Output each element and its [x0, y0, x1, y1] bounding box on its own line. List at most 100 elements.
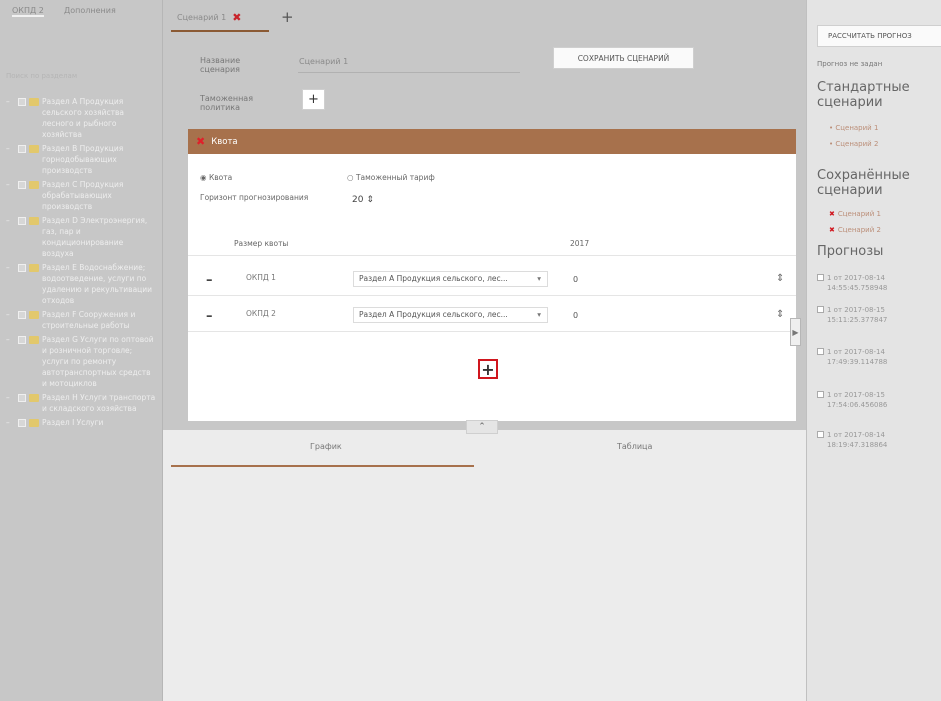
delete-icon[interactable]: ✖	[829, 210, 835, 218]
tab-scenario-1[interactable]: Сценарий 1 ✖	[171, 4, 269, 32]
tree-item-label: Раздел G Услуги по оптовой и розничной т…	[42, 335, 154, 388]
delete-icon[interactable]: ✖	[829, 226, 835, 234]
add-tab-button[interactable]: +	[281, 8, 294, 26]
tree-checkbox[interactable]	[18, 217, 26, 225]
tree-toggle[interactable]: –	[6, 334, 18, 345]
chevron-down-icon: ▾	[537, 310, 541, 319]
tree-checkbox[interactable]	[18, 264, 26, 272]
forecast-item[interactable]: 1 от 2017-08-15 15:11:25.377847	[817, 305, 937, 325]
tree-checkbox[interactable]	[18, 145, 26, 153]
tree-checkbox[interactable]	[18, 181, 26, 189]
classifier-tree: – Раздел А Продукция сельского хозяйства …	[6, 96, 156, 431]
tree-toggle[interactable]: –	[6, 417, 18, 428]
forecast-note: Прогноз не задан	[817, 60, 883, 68]
tree-toggle[interactable]: –	[6, 215, 18, 226]
saved-scenario-item[interactable]: ✖ Сценарий 2	[829, 226, 881, 234]
forecast-item[interactable]: 1 от 2017-08-14 18:19:47.318864	[817, 430, 937, 450]
tab-additions[interactable]: Дополнения	[64, 6, 116, 15]
tab-chart[interactable]: График	[310, 442, 342, 451]
remove-row-button[interactable]: –	[206, 309, 213, 324]
tree-item[interactable]: – Раздел I Услуги	[6, 417, 156, 428]
forecast-item[interactable]: 1 от 2017-08-14 17:49:39.114788	[817, 347, 937, 367]
section-select[interactable]: Раздел А Продукция сельского, лес... ▾	[353, 271, 548, 287]
horizon-label: Горизонт прогнозирования	[200, 193, 309, 202]
horizon-value: 20	[352, 195, 364, 205]
forecast-item[interactable]: 1 от 2017-08-15 17:54:06.456086	[817, 390, 937, 410]
tree-checkbox[interactable]	[18, 311, 26, 319]
tree-item[interactable]: – Раздел D Электроэнергия, газ, пар и кон…	[6, 215, 156, 259]
add-policy-button[interactable]: +	[302, 89, 325, 110]
chevron-down-icon: ▾	[537, 274, 541, 283]
tree-item[interactable]: – Раздел С Продукция обрабатывающих произ…	[6, 179, 156, 212]
input-underline	[298, 72, 520, 73]
standard-scenario-item[interactable]: • Сценарий 1	[829, 124, 878, 132]
forecast-label: 1 от 2017-08-14 14:55:45.758948	[827, 274, 888, 292]
tree-item[interactable]: – Раздел G Услуги по оптовой и розничной …	[6, 334, 156, 389]
quota-value-input[interactable]: 0	[573, 275, 578, 284]
calculate-forecast-button[interactable]: РАССЧИТАТЬ ПРОГНОЗ	[817, 25, 941, 47]
tree-item[interactable]: – Раздел F Сооружения и строительные рабо…	[6, 309, 156, 331]
section-select[interactable]: Раздел А Продукция сельского, лес... ▾	[353, 307, 548, 323]
folder-icon	[29, 394, 39, 402]
folder-icon	[29, 181, 39, 189]
tree-checkbox[interactable]	[18, 394, 26, 402]
scenario-name-label: Название сценария	[200, 56, 241, 74]
tree-item[interactable]: – Раздел В Продукция горнодобывающих прои…	[6, 143, 156, 176]
tree-item[interactable]: – Раздел Е Водоснабжение; водоотведение, …	[6, 262, 156, 306]
folder-icon	[29, 98, 39, 106]
forecast-checkbox[interactable]	[817, 431, 824, 438]
stepper-icon[interactable]: ⇕	[776, 273, 784, 284]
tree-checkbox[interactable]	[18, 419, 26, 427]
horizon-stepper[interactable]: 20 ⇕	[352, 195, 374, 205]
quota-size-header: Размер квоты	[234, 239, 289, 248]
tree-toggle[interactable]: –	[6, 262, 18, 273]
radio-tariff-label: Таможенный тариф	[355, 173, 435, 182]
tree-toggle[interactable]: –	[6, 96, 18, 107]
tree-item[interactable]: – Раздел Н Услуги транспорта и складского…	[6, 392, 156, 414]
quota-value-input[interactable]: 0	[573, 311, 578, 320]
standard-scenario-label: Сценарий 2	[835, 140, 879, 148]
tree-toggle[interactable]: –	[6, 143, 18, 154]
radio-tariff[interactable]: ○ Таможенный тариф	[347, 173, 435, 182]
tree-checkbox[interactable]	[18, 336, 26, 344]
collapse-editor-button[interactable]: ⌃	[466, 420, 498, 434]
tree-item-label: Раздел Е Водоснабжение; водоотведение, у…	[42, 263, 153, 305]
tree-item-label: Раздел I Услуги	[42, 418, 104, 427]
forecast-checkbox[interactable]	[817, 306, 824, 313]
tree-toggle[interactable]: –	[6, 392, 18, 403]
forecast-checkbox[interactable]	[817, 348, 824, 355]
tree-search-input[interactable]: Поиск по разделам	[6, 72, 116, 84]
saved-scenario-item[interactable]: ✖ Сценарий 1	[829, 210, 881, 218]
tree-checkbox[interactable]	[18, 98, 26, 106]
standard-scenario-item[interactable]: • Сценарий 2	[829, 140, 878, 148]
forecast-item[interactable]: 1 от 2017-08-14 14:55:45.758948	[817, 273, 937, 293]
remove-row-button[interactable]: –	[206, 273, 213, 288]
tab-okgd[interactable]: ОКПД 2	[12, 6, 44, 17]
quota-card: ✖ Квота ◉ Квота ○ Таможенный тариф Гориз…	[188, 129, 796, 421]
radio-quota-label: Квота	[208, 173, 233, 182]
remove-policy-icon[interactable]: ✖	[196, 135, 205, 148]
close-icon[interactable]: ✖	[232, 11, 241, 24]
forecast-checkbox[interactable]	[817, 391, 824, 398]
year-header: 2017	[570, 239, 590, 248]
folder-icon	[29, 217, 39, 225]
add-row-button[interactable]: +	[478, 359, 498, 379]
save-scenario-button[interactable]: СОХРАНИТЬ СЦЕНАРИЙ	[553, 47, 694, 69]
tree-toggle[interactable]: –	[6, 309, 18, 320]
collapse-right-button[interactable]: ▶	[790, 318, 801, 346]
tab-table[interactable]: Таблица	[617, 442, 652, 451]
tab-label: Сценарий 1	[177, 12, 227, 22]
tree-toggle[interactable]: –	[6, 179, 18, 190]
okgd-code: ОКПД 2	[246, 309, 276, 318]
folder-icon	[29, 336, 39, 344]
customs-policy-label: Таможенная политика	[200, 94, 254, 112]
forecast-checkbox[interactable]	[817, 274, 824, 281]
left-panel: ОКПД 2 Дополнения Поиск по разделам – Раз…	[0, 0, 163, 701]
radio-quota[interactable]: ◉ Квота	[200, 173, 232, 182]
tree-item[interactable]: – Раздел А Продукция сельского хозяйства …	[6, 96, 156, 140]
scenario-name-input[interactable]: Сценарий 1	[299, 57, 348, 66]
stepper-icon[interactable]: ⇕	[776, 309, 784, 320]
tree-item-label: Раздел С Продукция обрабатывающих произв…	[42, 180, 124, 211]
tree-item-label: Раздел D Электроэнергия, газ, пар и конд…	[42, 216, 148, 258]
forecast-label: 1 от 2017-08-14 18:19:47.318864	[827, 431, 888, 449]
